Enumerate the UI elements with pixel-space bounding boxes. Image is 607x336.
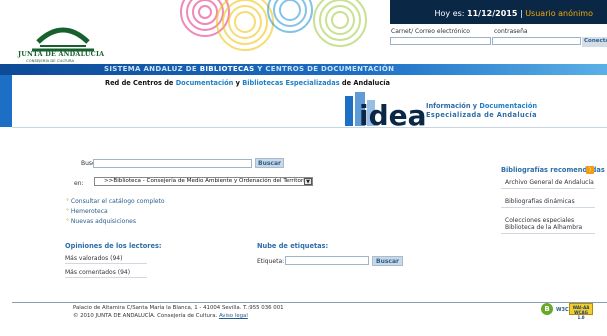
opinions-most-commented[interactable]: Más comentados (94) bbox=[65, 266, 147, 278]
band-title-part3: Y bbox=[254, 65, 266, 73]
catalog-links: ° Consultar el catálogo completo ° Hemer… bbox=[66, 198, 165, 228]
list-item[interactable]: ° Consultar el catálogo completo bbox=[66, 198, 165, 205]
band-title-part1: SISTEMA ANDALUZ DE bbox=[104, 65, 200, 73]
network-part1: Red de Centros de bbox=[105, 79, 176, 87]
tag-cloud-title: Nube de etiquetas: bbox=[257, 242, 329, 250]
bullet-icon: ° bbox=[66, 208, 69, 215]
decorative-circles bbox=[180, 0, 367, 51]
tag-search-button[interactable]: Buscar bbox=[372, 256, 403, 266]
network-part4: Bibliotecas Especializadas bbox=[242, 79, 340, 87]
catalog-label: en: bbox=[74, 180, 84, 187]
user-status: Usuario anónimo bbox=[525, 9, 593, 18]
rss-icon[interactable]: ) bbox=[586, 166, 594, 174]
current-date: 11/12/2015 bbox=[467, 9, 518, 18]
band-title-bibliotecas: BIBLIOTECAS bbox=[199, 65, 255, 73]
band-title-centros: CENTROS DE DOCUMENTACIÓN bbox=[265, 65, 395, 73]
list-item[interactable]: ° Hemeroteca bbox=[66, 208, 165, 215]
tag-label: Etiqueta: bbox=[257, 258, 285, 265]
link-new-acquisitions[interactable]: Nuevas adquisiciones bbox=[71, 218, 136, 225]
w3c-icon[interactable]: W3C bbox=[556, 307, 569, 313]
list-item[interactable]: ° Nuevas adquisiciones bbox=[66, 218, 165, 225]
catalog-select[interactable]: >>Biblioteca - Consejería de Medio Ambie… bbox=[94, 177, 313, 186]
password-label: contraseña bbox=[494, 28, 528, 35]
footer-address: Palacio de Altamira C/Santa María la Bla… bbox=[73, 305, 284, 311]
footer-divider bbox=[12, 302, 607, 303]
search-input[interactable] bbox=[93, 159, 252, 168]
chevron-down-icon[interactable]: ▼ bbox=[304, 178, 312, 185]
date-separator: | bbox=[519, 9, 523, 18]
bibliography-item[interactable]: Colecciones especiales Biblioteca de la … bbox=[501, 215, 595, 234]
connect-button[interactable]: Conecta bbox=[582, 37, 607, 47]
opinions-title: Opiniones de los lectores: bbox=[65, 242, 162, 250]
opinions-most-rated[interactable]: Más valorados (94) bbox=[65, 252, 147, 264]
idea-logo-text: idea bbox=[359, 99, 425, 128]
idea-tagline-1b: Documentación bbox=[479, 102, 538, 110]
login-label: Carnet/ Correo electrónico bbox=[391, 28, 470, 35]
wai-aa-badge[interactable]: WAI-AA WCAG 1.0 bbox=[569, 303, 593, 320]
network-part3: y bbox=[233, 79, 243, 87]
search-button[interactable]: Buscar bbox=[255, 158, 284, 168]
band-title: SISTEMA ANDALUZ DE BIBLIOTECAS Y CENTROS… bbox=[104, 65, 394, 73]
logo-subtitle: CONSEJERÍA DE CULTURA bbox=[26, 58, 75, 63]
footer-copyright: © 2010 JUNTA DE ANDALUCÍA. Consejería de… bbox=[73, 313, 248, 319]
bullet-icon: ° bbox=[66, 198, 69, 205]
network-subtitle: Red de Centros de Documentación y Biblio… bbox=[105, 79, 390, 87]
link-catalog[interactable]: Consultar el catálogo completo bbox=[71, 198, 165, 205]
network-part5: de Andalucía bbox=[339, 79, 390, 87]
idea-tagline-2: Especializada de Andalucía bbox=[426, 111, 537, 119]
bibliography-item[interactable]: Bibliografías dinámicas bbox=[501, 196, 595, 208]
idea-tagline-1: Información y Documentación bbox=[426, 102, 537, 110]
accessibility-b-icon[interactable]: B bbox=[541, 303, 553, 315]
copyright-text: © 2010 JUNTA DE ANDALUCÍA. Consejería de… bbox=[73, 313, 218, 319]
legal-notice-link[interactable]: Aviso legal bbox=[219, 313, 248, 319]
bibliography-item[interactable]: Archivo General de Andalucía bbox=[501, 177, 595, 189]
password-input[interactable] bbox=[492, 37, 581, 45]
date-prefix: Hoy es: bbox=[434, 9, 465, 18]
left-accent-bar bbox=[0, 75, 12, 127]
idea-tagline-1a: Información y bbox=[426, 102, 480, 110]
idea-logo: idea bbox=[345, 92, 425, 128]
header-divider bbox=[12, 127, 607, 128]
bullet-icon: ° bbox=[66, 218, 69, 225]
tag-input[interactable] bbox=[285, 256, 369, 265]
date-bar: Hoy es: 11/12/2015 | Usuario anónimo bbox=[390, 0, 607, 24]
login-input[interactable] bbox=[390, 37, 491, 45]
network-part2: Documentación bbox=[175, 79, 234, 87]
logo-title: JUNTA DE ANDALUCIA bbox=[18, 50, 105, 58]
link-hemeroteca[interactable]: Hemeroteca bbox=[71, 208, 108, 215]
